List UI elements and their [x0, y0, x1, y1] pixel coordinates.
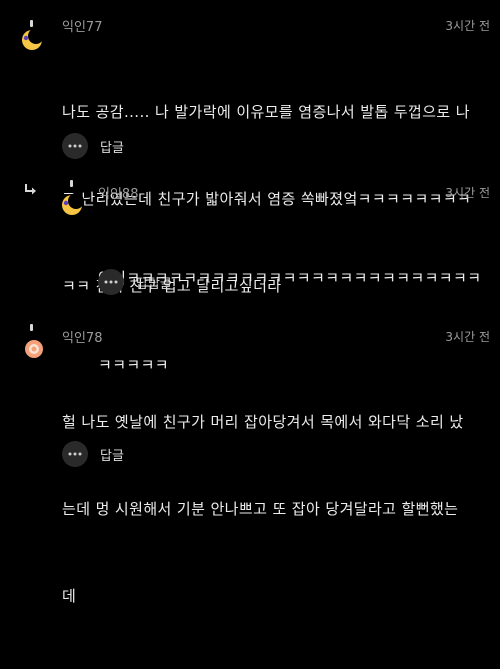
comment-body: 헐 나도 옛날에 친구가 머리 잡아당겨서 목에서 와다닥 소리 났 는데 멍 … [62, 350, 494, 669]
moon-avatar-icon [22, 28, 44, 50]
notice-marker [30, 20, 33, 27]
timestamp: 3시간 전 [445, 186, 490, 200]
nickname[interactable]: 익인77 [62, 16, 102, 35]
more-options-button[interactable] [98, 269, 124, 295]
more-options-button[interactable] [62, 133, 88, 159]
moon-avatar-icon [62, 193, 84, 215]
notice-marker [70, 180, 73, 187]
nickname[interactable]: 익인88 [98, 183, 138, 202]
reply-button[interactable]: 답글 [100, 137, 124, 156]
reply-button[interactable]: 답글 [100, 445, 124, 464]
more-dots-icon [68, 452, 82, 456]
timestamp: 3시간 전 [445, 330, 490, 344]
comment-line: 는데 멍 시원해서 기분 안나쁘고 또 잡아 당겨달라고 할뻔했는 [62, 500, 459, 518]
comment-line: 데 [62, 587, 77, 605]
more-dots-icon [104, 280, 118, 284]
timestamp: 3시간 전 [445, 19, 490, 33]
reply-arrow-icon [25, 184, 36, 195]
more-dots-icon [68, 144, 82, 148]
reply-button[interactable]: 답답글 [136, 273, 172, 292]
more-options-button[interactable] [62, 441, 88, 467]
notice-marker [30, 324, 33, 331]
flower-avatar-icon [25, 340, 43, 358]
nickname[interactable]: 익인78 [62, 327, 102, 346]
comment-line: 나도 공감..... 나 발가락에 이유모를 염증나서 발톱 두껍으로 나 [62, 103, 470, 121]
comment-line: 헐 나도 옛날에 친구가 머리 잡아당겨서 목에서 와다닥 소리 났 [62, 413, 464, 431]
